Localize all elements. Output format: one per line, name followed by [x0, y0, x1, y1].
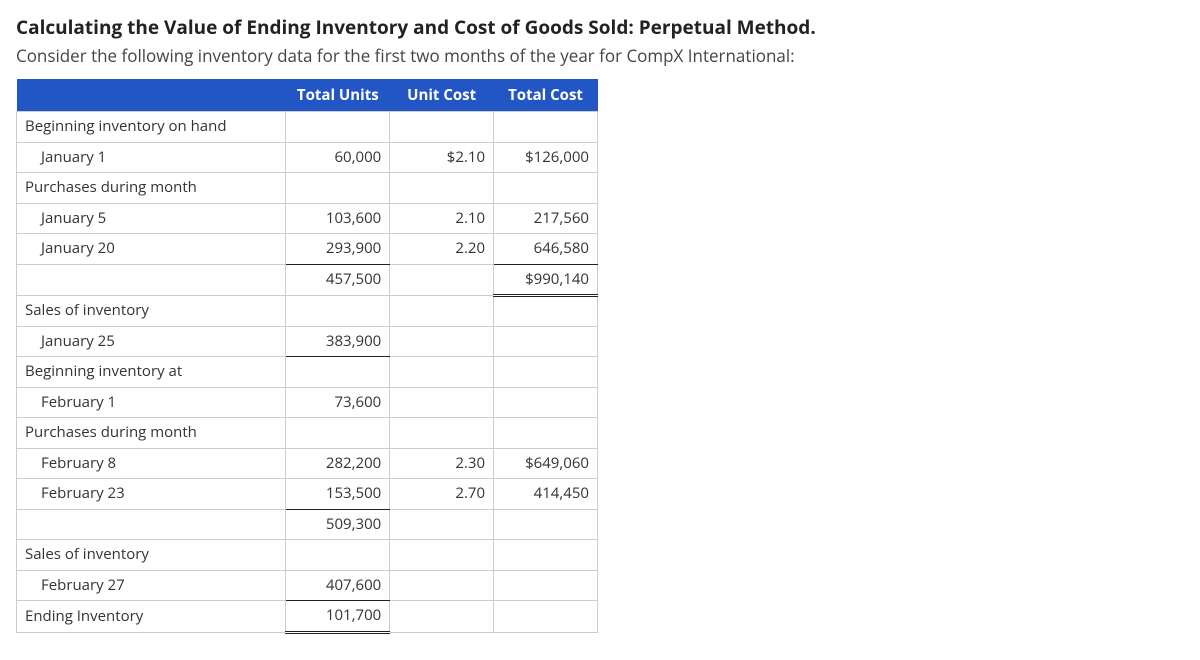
cell-label — [17, 264, 286, 296]
cell-label: February 8 — [17, 448, 286, 479]
cell — [494, 570, 598, 601]
cell — [286, 112, 390, 143]
cell-label: January 1 — [17, 142, 286, 173]
cell: 293,900 — [286, 234, 390, 265]
col-spacer — [17, 79, 286, 112]
cell: 73,600 — [286, 387, 390, 418]
cell — [390, 570, 494, 601]
table-row: 509,300 — [17, 509, 598, 540]
col-total-cost: Total Cost — [494, 79, 598, 112]
table-row: Beginning inventory at — [17, 357, 598, 388]
cell-label: Purchases during month — [17, 418, 286, 449]
cell — [286, 173, 390, 204]
cell — [390, 509, 494, 540]
cell: $990,140 — [494, 264, 598, 296]
table-row: February 8 282,200 2.30 $649,060 — [17, 448, 598, 479]
cell — [390, 173, 494, 204]
table-row: January 25 383,900 — [17, 326, 598, 357]
cell: 103,600 — [286, 203, 390, 234]
cell: 60,000 — [286, 142, 390, 173]
cell: 217,560 — [494, 203, 598, 234]
cell: $649,060 — [494, 448, 598, 479]
cell-label: February 1 — [17, 387, 286, 418]
cell: $2.10 — [390, 142, 494, 173]
cell: 457,500 — [286, 264, 390, 296]
cell — [390, 601, 494, 633]
cell — [494, 418, 598, 449]
table-row: Purchases during month — [17, 418, 598, 449]
cell — [494, 173, 598, 204]
cell-label: Purchases during month — [17, 173, 286, 204]
cell — [286, 296, 390, 327]
cell: 2.20 — [390, 234, 494, 265]
cell: 414,450 — [494, 479, 598, 510]
table-row: February 27 407,600 — [17, 570, 598, 601]
cell — [390, 296, 494, 327]
cell: $126,000 — [494, 142, 598, 173]
cell: 407,600 — [286, 570, 390, 601]
cell — [390, 264, 494, 296]
table-header-row: Total Units Unit Cost Total Cost — [17, 79, 598, 112]
cell-label: January 5 — [17, 203, 286, 234]
cell-label: Sales of inventory — [17, 296, 286, 327]
table-row: Ending Inventory 101,700 — [17, 601, 598, 633]
cell — [494, 509, 598, 540]
cell — [494, 326, 598, 357]
cell — [286, 357, 390, 388]
table-row: February 1 73,600 — [17, 387, 598, 418]
cell-label: February 27 — [17, 570, 286, 601]
page-title: Calculating the Value of Ending Inventor… — [16, 14, 1184, 40]
cell — [390, 326, 494, 357]
table-row: Sales of inventory — [17, 296, 598, 327]
table-row: 457,500 $990,140 — [17, 264, 598, 296]
cell — [286, 418, 390, 449]
cell — [494, 112, 598, 143]
cell — [390, 112, 494, 143]
table-row: January 5 103,600 2.10 217,560 — [17, 203, 598, 234]
cell-label: January 25 — [17, 326, 286, 357]
col-total-units: Total Units — [286, 79, 390, 112]
cell — [390, 357, 494, 388]
cell-label: Beginning inventory on hand — [17, 112, 286, 143]
page-subtitle: Consider the following inventory data fo… — [16, 44, 1184, 67]
cell — [494, 296, 598, 327]
cell: 646,580 — [494, 234, 598, 265]
cell — [494, 601, 598, 633]
cell — [390, 418, 494, 449]
cell: 101,700 — [286, 601, 390, 633]
table-row: Sales of inventory — [17, 540, 598, 571]
cell-label: Ending Inventory — [17, 601, 286, 633]
cell-label: January 20 — [17, 234, 286, 265]
cell — [390, 540, 494, 571]
table-row: January 20 293,900 2.20 646,580 — [17, 234, 598, 265]
cell: 509,300 — [286, 509, 390, 540]
cell — [286, 540, 390, 571]
table-row: Beginning inventory on hand — [17, 112, 598, 143]
cell-label: February 23 — [17, 479, 286, 510]
cell — [390, 387, 494, 418]
table-row: February 23 153,500 2.70 414,450 — [17, 479, 598, 510]
cell: 153,500 — [286, 479, 390, 510]
cell-label: Beginning inventory at — [17, 357, 286, 388]
cell: 2.10 — [390, 203, 494, 234]
cell: 2.70 — [390, 479, 494, 510]
inventory-table: Total Units Unit Cost Total Cost Beginni… — [16, 79, 598, 634]
cell: 282,200 — [286, 448, 390, 479]
cell-label — [17, 509, 286, 540]
cell: 2.30 — [390, 448, 494, 479]
cell — [494, 387, 598, 418]
cell-label: Sales of inventory — [17, 540, 286, 571]
cell — [494, 357, 598, 388]
cell — [494, 540, 598, 571]
col-unit-cost: Unit Cost — [390, 79, 494, 112]
cell: 383,900 — [286, 326, 390, 357]
table-row: Purchases during month — [17, 173, 598, 204]
table-row: January 1 60,000 $2.10 $126,000 — [17, 142, 598, 173]
